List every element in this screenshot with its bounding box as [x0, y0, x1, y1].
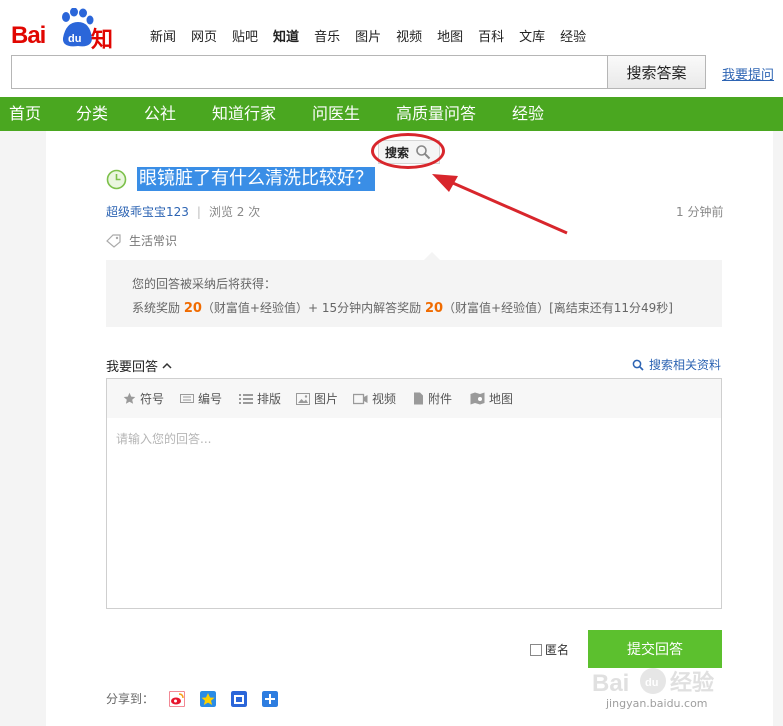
search-answer-button[interactable]: 搜索答案 [607, 55, 706, 89]
main-nav-experts[interactable]: 知道行家 [212, 97, 276, 131]
search-related-link[interactable]: 搜索相关资料 [632, 356, 721, 373]
paw-icon: du [62, 8, 94, 47]
svg-text:du: du [68, 33, 81, 45]
image-icon [296, 392, 310, 405]
video-icon [353, 393, 368, 404]
answer-editor[interactable]: 符号 编号 排版 图片 视频 附件 地图 请输入您的回答... [106, 378, 722, 609]
tag-icon [106, 233, 121, 248]
reward-intro: 您的回答被采纳后将获得： [132, 277, 277, 291]
watermark-url: jingyan.baidu.com [606, 697, 708, 710]
top-nav-item[interactable]: 音乐 [314, 29, 340, 47]
reward-box: 您的回答被采纳后将获得： 系统奖励 20（财富值+经验值）+ 15分钟内解答奖励… [106, 260, 722, 327]
answer-label: 我要回答 [106, 360, 159, 375]
main-nav-category[interactable]: 分类 [76, 97, 108, 131]
top-nav-item[interactable]: 新闻 [150, 29, 176, 47]
reward-notch [424, 252, 440, 260]
anonymous-checkbox[interactable]: 匿名 [530, 641, 569, 658]
main-nav-quality-qa[interactable]: 高质量问答 [396, 97, 476, 131]
question-time: 1 分钟前 [676, 205, 724, 219]
main-nav-bar: 首页 分类 公社 知道行家 问医生 高质量问答 经验 [0, 97, 783, 131]
search-icon [632, 359, 644, 371]
top-nav-item[interactable]: 视频 [396, 29, 422, 47]
share-label: 分享到： [106, 692, 155, 706]
answer-toggle[interactable]: 我要回答 [106, 356, 172, 375]
top-nav: 新闻 网页 贴吧 知道 音乐 图片 视频 地图 百科 文库 经验 [150, 29, 601, 47]
top-nav-item[interactable]: 地图 [437, 29, 463, 47]
checkbox-box[interactable] [530, 643, 542, 656]
list-icon [239, 393, 253, 404]
clock-icon [106, 169, 127, 190]
main-nav-home[interactable]: 首页 [9, 97, 41, 131]
top-nav-item-active[interactable]: 知道 [273, 29, 299, 47]
right-gutter [773, 131, 783, 726]
question-title[interactable]: 眼镜脏了有什么清洗比较好？ [137, 167, 375, 191]
toolbar-layout-button[interactable]: 排版 [239, 379, 281, 418]
asker-name[interactable]: 超级乖宝宝123 [106, 203, 189, 220]
top-nav-item[interactable]: 图片 [355, 29, 381, 47]
editor-toolbar: 符号 编号 排版 图片 视频 附件 地图 [107, 379, 721, 418]
chevron-up-icon [162, 362, 172, 369]
qzone-share-icon[interactable] [200, 690, 217, 707]
left-gutter [0, 131, 46, 726]
logo-bai-text: Bai [11, 22, 46, 49]
star-icon [123, 392, 136, 404]
question-meta: 超级乖宝宝123 | 浏览 2 次 [106, 203, 260, 220]
anonymous-label: 匿名 [545, 643, 570, 657]
main-nav-doctor[interactable]: 问医生 [312, 97, 360, 131]
reward-detail: 系统奖励 20（财富值+经验值）+ 15分钟内解答奖励 20（财富值+经验值）[… [132, 301, 673, 316]
annotation-circle [371, 133, 445, 169]
answer-textarea-placeholder[interactable]: 请输入您的回答... [116, 430, 211, 447]
reward-amount-bonus: 20 [424, 301, 444, 316]
tag-label: 生活常识 [129, 234, 178, 248]
main-nav-jingyan[interactable]: 经验 [512, 97, 544, 131]
search-related-label: 搜索相关资料 [649, 358, 722, 372]
toolbar-symbol-button[interactable]: 符号 [123, 379, 164, 418]
search-input[interactable] [11, 55, 608, 89]
top-nav-item[interactable]: 贴吧 [232, 29, 258, 47]
tieba-share-icon[interactable] [231, 690, 248, 707]
toolbar-attachment-button[interactable]: 附件 [413, 379, 452, 418]
ask-question-link[interactable]: 我要提问 [722, 64, 774, 83]
top-nav-item[interactable]: 百科 [478, 29, 504, 47]
top-nav-item[interactable]: 经验 [560, 29, 586, 47]
view-count: 浏览 2 次 [208, 205, 261, 219]
main-nav-community[interactable]: 公社 [144, 97, 176, 131]
toolbar-map-button[interactable]: 地图 [470, 379, 513, 418]
meta-divider: | [196, 204, 201, 219]
numbering-icon [180, 394, 194, 403]
top-nav-item[interactable]: 文库 [519, 29, 545, 47]
top-nav-item[interactable]: 网页 [191, 29, 217, 47]
file-icon [414, 392, 423, 405]
toolbar-numbering-button[interactable]: 编号 [180, 379, 222, 418]
question-tag[interactable]: 生活常识 [106, 232, 177, 249]
baidu-logo[interactable]: Bai du 知道 [11, 8, 131, 85]
toolbar-image-button[interactable]: 图片 [296, 379, 338, 418]
svg-text:Bai: Bai [592, 670, 629, 697]
more-share-icon[interactable] [262, 690, 279, 707]
svg-text:du: du [645, 677, 658, 689]
reward-amount-system: 20 [183, 301, 202, 316]
map-icon [470, 392, 485, 405]
toolbar-video-button[interactable]: 视频 [353, 379, 396, 418]
weibo-share-icon[interactable] [169, 690, 186, 707]
svg-text:经验: 经验 [670, 670, 714, 696]
share-bar: 分享到： [106, 690, 279, 707]
